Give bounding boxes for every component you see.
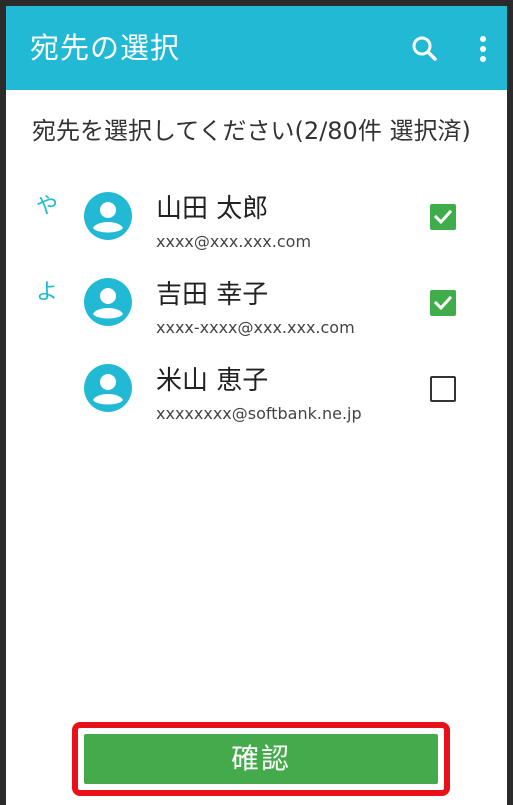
contact-row[interactable]: 米山 恵子 xxxxxxxx@softbank.ne.jp	[6, 362, 507, 442]
contact-name: 米山 恵子	[156, 366, 269, 396]
contact-checkbox-checked[interactable]	[430, 204, 456, 230]
selection-instruction: 宛先を選択してください(2/80件 選択済)	[32, 117, 471, 145]
contact-row[interactable]: や 山田 太郎 xxxx@xxx.xxx.com	[6, 190, 507, 270]
avatar-icon	[84, 192, 132, 240]
search-icon[interactable]	[408, 32, 442, 66]
index-letter: や	[36, 194, 59, 219]
more-vert-icon[interactable]	[472, 32, 494, 66]
contact-name: 吉田 幸子	[156, 280, 269, 310]
contact-checkbox-unchecked[interactable]	[430, 376, 456, 402]
avatar-icon	[84, 364, 132, 412]
contact-email: xxxxxxxx@softbank.ne.jp	[156, 404, 362, 423]
contact-email: xxxx@xxx.xxx.com	[156, 232, 312, 251]
contact-name: 山田 太郎	[156, 194, 269, 224]
app-bar: 宛先の選択	[6, 6, 507, 90]
confirm-button[interactable]: 確認	[84, 734, 438, 784]
app-bar-title: 宛先の選択	[30, 31, 181, 65]
avatar-icon	[84, 278, 132, 326]
contact-row[interactable]: よ 吉田 幸子 xxxx-xxxx@xxx.xxx.com	[6, 276, 507, 356]
contact-email: xxxx-xxxx@xxx.xxx.com	[156, 318, 355, 337]
index-letter: よ	[36, 280, 59, 305]
contact-checkbox-checked[interactable]	[430, 290, 456, 316]
